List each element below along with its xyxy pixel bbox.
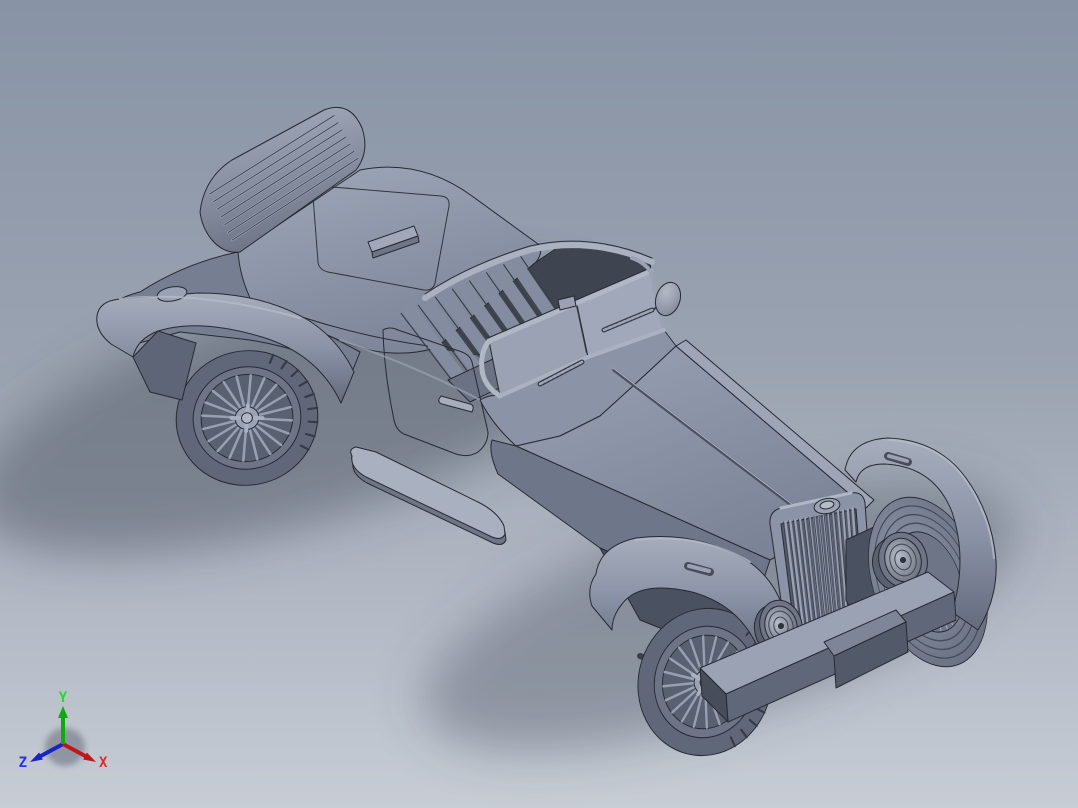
axis-x-label: X (99, 755, 108, 771)
cad-viewport[interactable]: Z X Y (0, 0, 1078, 808)
axis-z-label: Z (19, 755, 27, 771)
viewport-canvas[interactable]: Z X Y (0, 0, 1078, 808)
axis-y-label: Y (59, 690, 68, 706)
